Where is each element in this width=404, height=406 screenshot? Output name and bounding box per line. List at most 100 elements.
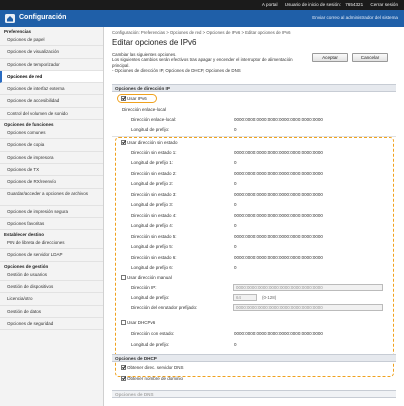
sidebar-item-external-interface[interactable]: Opciones de interfaz externa	[0, 83, 103, 96]
manual-router-label: Dirección del enrutador prefijado:	[131, 305, 198, 310]
stateless-4-prefix-value: 0	[234, 223, 237, 228]
link-local-prefix-value: 0	[234, 127, 237, 132]
top-links: A portal Usuario de inicio de sesión: 76…	[256, 2, 398, 7]
notice-line-2: Los siguientes cambios serán efectivos t…	[112, 57, 293, 68]
home-icon[interactable]	[5, 14, 15, 23]
stateless-6-label: Dirección sin estado 6:	[131, 255, 177, 260]
stateless-5-value: 0000:0000:0000:0000:0000:0000:0000:0000	[234, 234, 323, 239]
dhcpv6-address-label: Dirección con estado:	[131, 331, 175, 336]
dhcp-domain-label: Obtener nombre de dominio	[127, 376, 184, 381]
notice-text: Cambiar las siguientes opciones. Los sig…	[112, 52, 302, 74]
sidebar-item-data-management[interactable]: Gestión de datos	[0, 306, 103, 318]
sidebar-item-display[interactable]: Opciones de visualización	[0, 46, 103, 59]
dhcpv6-checkbox[interactable]	[121, 320, 126, 325]
sidebar-item-timer[interactable]: Opciones de temporizador	[0, 59, 103, 71]
stateless-2-prefix-value: 0	[234, 181, 237, 186]
stateless-2-label: Dirección sin estado 2:	[131, 171, 177, 176]
stateless-5-label: Dirección sin estado 5:	[131, 234, 177, 239]
mail-admin-link[interactable]: Enviar correo al administrador del siste…	[312, 15, 398, 20]
main-panel: Configuración: Preferencias > Opciones d…	[104, 27, 404, 406]
manual-ip-input[interactable]: 0000:0000:0000:0000:0000:0000:0000:0000	[233, 284, 383, 291]
sidebar-section-destination: Establecer destino	[4, 232, 45, 238]
manual-router-input[interactable]: 0000:0000:0000:0000:0000:0000:0000:0000	[233, 304, 383, 311]
link-local-value: 0000:0000:0000:0000:0000:0000:0000:0000	[234, 117, 323, 122]
section-dns: Opciones de DNS	[112, 390, 396, 398]
sidebar-item-network[interactable]: Opciones de red	[0, 70, 103, 84]
stateless-3-prefix-value: 0	[234, 202, 237, 207]
sidebar-item-address-book-pin[interactable]: PIN de libreta de direcciones	[0, 237, 103, 250]
use-ipv6-option[interactable]: Usar IPv6	[121, 96, 147, 101]
sidebar-item-printer[interactable]: Opciones de impresora	[0, 152, 103, 164]
manual-option[interactable]: Usar dirección manual	[121, 275, 172, 280]
top-bar: A portal Usuario de inicio de sesión: 76…	[0, 0, 404, 10]
dhcpv6-prefix-value: 0	[234, 342, 237, 347]
login-user-label: Usuario de inicio de sesión:	[284, 2, 341, 7]
section-ip-address: Opciones de dirección IP	[112, 84, 396, 92]
sidebar-item-rx[interactable]: Opciones de RX/reenvío	[0, 176, 103, 189]
stateless-checkbox[interactable]	[121, 140, 126, 145]
dhcp-dns-label: Obtener direc. servidor DNS	[127, 365, 184, 370]
stateless-1-label: Dirección sin estado 1:	[131, 150, 177, 155]
notice-line-3: - Opciones de dirección IP, Opciones de …	[112, 68, 241, 74]
portal-link[interactable]: A portal	[262, 2, 278, 7]
stateless-3-value: 0000:0000:0000:0000:0000:0000:0000:0000	[234, 192, 323, 197]
stateless-3-label: Dirección sin estado 3:	[131, 192, 177, 197]
dhcpv6-label: Usar DHCPv6	[127, 320, 156, 325]
stateless-label: Usar dirección sin estado	[127, 140, 178, 145]
sidebar-item-license[interactable]: Licencia/otro	[0, 293, 103, 306]
sidebar-item-device-management[interactable]: Gestión de dispositivos	[0, 281, 103, 294]
use-ipv6-label: Usar IPv6	[127, 96, 147, 101]
stateless-4-label: Dirección sin estado 4:	[131, 213, 177, 218]
use-ipv6-checkbox[interactable]	[121, 96, 126, 101]
link-local-prefix-label: Longitud de prefijo:	[131, 127, 170, 132]
page-title: Editar opciones de IPv6	[112, 38, 197, 47]
dhcp-domain-checkbox[interactable]	[121, 376, 126, 381]
sidebar-item-security[interactable]: Opciones de seguridad	[0, 318, 103, 331]
sidebar-item-secure-print[interactable]: Opciones de impresión segura	[0, 206, 103, 218]
section-dhcp: Opciones de DHCP	[112, 354, 396, 362]
stateless-6-prefix-value: 0	[234, 265, 237, 270]
link-local-label: Dirección enlace-local:	[131, 117, 177, 122]
header-bar: Configuración Enviar correo al administr…	[0, 10, 404, 27]
stateless-5-prefix-label: Longitud de prefijo 5:	[131, 244, 174, 249]
stateless-1-prefix-label: Longitud de prefijo 1:	[131, 160, 174, 165]
link-local-heading: Dirección enlace-local	[122, 107, 167, 112]
page-header-title: Configuración	[19, 14, 67, 21]
manual-ip-label: Dirección IP:	[131, 285, 157, 290]
sidebar-item-tx[interactable]: Opciones de TX	[0, 164, 103, 177]
sidebar-item-common[interactable]: Opciones comunes	[0, 127, 103, 140]
dhcp-dns-checkbox[interactable]	[121, 365, 126, 370]
stateless-1-prefix-value: 0	[234, 160, 237, 165]
sidebar-item-paper[interactable]: Opciones de papel	[0, 34, 103, 47]
dhcpv6-option[interactable]: Usar DHCPv6	[121, 320, 155, 325]
stateless-6-value: 0000:0000:0000:0000:0000:0000:0000:0000	[234, 255, 323, 260]
stateless-2-value: 0000:0000:0000:0000:0000:0000:0000:0000	[234, 171, 323, 176]
manual-prefix-input[interactable]: 64	[233, 294, 257, 301]
manual-checkbox[interactable]	[121, 275, 126, 280]
sidebar-item-file-access[interactable]: Guardar/acceder a opciones de archivos	[0, 189, 103, 206]
logout-link[interactable]: Cerrar sesión	[370, 2, 398, 7]
breadcrumb: Configuración: Preferencias > Opciones d…	[112, 30, 291, 35]
sidebar-section-management: Opciones de gestión	[4, 263, 49, 269]
stateless-2-prefix-label: Longitud de prefijo 2:	[131, 181, 174, 186]
sidebar-item-copy[interactable]: Opciones de copia	[0, 139, 103, 152]
stateless-4-value: 0000:0000:0000:0000:0000:0000:0000:0000	[234, 213, 323, 218]
sidebar: Preferencias Opciones de papel Opciones …	[0, 27, 104, 406]
sidebar-item-user-management[interactable]: Gestión de usuarios	[0, 269, 103, 282]
manual-prefix-hint: (0-128)	[262, 295, 277, 300]
sidebar-item-favorites[interactable]: Opciones favoritas	[0, 218, 103, 231]
manual-label: Usar dirección manual	[127, 275, 172, 280]
sidebar-item-ldap[interactable]: Opciones de servidor LDAP	[0, 249, 103, 262]
sidebar-item-volume[interactable]: Control del volumen de sonido	[0, 108, 103, 121]
sidebar-item-accessibility[interactable]: Opciones de accesibilidad	[0, 95, 103, 108]
dhcpv6-prefix-label: Longitud de prefijo:	[131, 342, 170, 347]
stateless-4-prefix-label: Longitud de prefijo 4:	[131, 223, 174, 228]
sidebar-section-preferences: Preferencias	[4, 29, 32, 34]
dhcp-domain-option[interactable]: Obtener nombre de dominio	[121, 376, 183, 381]
login-user-id: 7654321	[345, 2, 364, 7]
cancel-button[interactable]: Cancelar	[352, 53, 388, 62]
accept-button[interactable]: Aceptar	[312, 53, 348, 62]
dhcp-dns-option[interactable]: Obtener direc. servidor DNS	[121, 365, 184, 370]
stateless-option[interactable]: Usar dirección sin estado	[121, 140, 178, 145]
stateless-6-prefix-label: Longitud de prefijo 6:	[131, 265, 174, 270]
